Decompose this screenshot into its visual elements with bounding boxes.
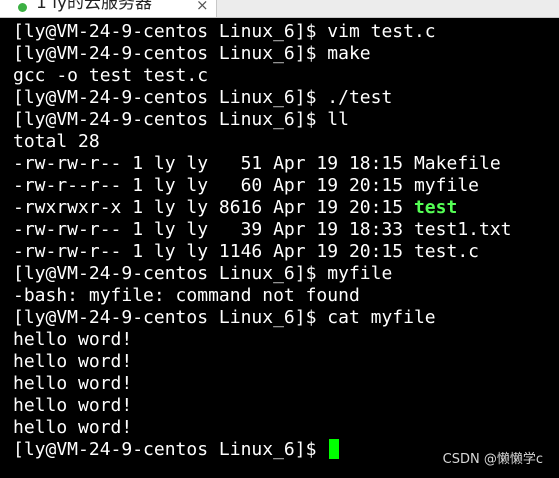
tab-bar: 1 ly的云服务器 × [0,0,559,18]
terminal-line: [ly@VM-24-9-centos Linux_6]$ myfile [13,263,393,284]
session-tab-title: 1 ly的云服务器 [36,0,153,13]
close-icon[interactable]: × [196,0,209,14]
terminal-line: gcc -o test test.c [13,65,209,86]
terminal-line: [ly@VM-24-9-centos Linux_6]$ cat myfile [13,307,436,328]
terminal-line: [ly@VM-24-9-centos Linux_6]$ vim test.c [13,21,436,42]
terminal-line: [ly@VM-24-9-centos Linux_6]$ make [13,43,371,64]
executable-filename: test [413,197,458,218]
terminal-line: hello word! [13,417,133,438]
terminal-line: [ly@VM-24-9-centos Linux_6]$ ./test [13,87,393,108]
terminal-line: hello word! [13,351,133,372]
terminal-line: hello word! [13,395,133,416]
file-listing-text: -rwxrwxr-x 1 ly ly 8616 Apr 19 20:15 [13,197,414,218]
session-tab[interactable]: 1 ly的云服务器 × [0,0,217,17]
csdn-watermark: CSDN @懒懒学c [442,452,543,467]
terminal-line: -rw-rw-r-- 1 ly ly 39 Apr 19 18:33 test1… [13,219,512,240]
terminal-prompt-line[interactable]: [ly@VM-24-9-centos Linux_6]$ [13,439,340,461]
terminal-line: -rw-r--r-- 1 ly ly 60 Apr 19 20:15 myfil… [13,175,479,196]
terminal-line: -bash: myfile: command not found [13,285,360,306]
terminal-line: hello word! [13,373,133,394]
terminal-line: hello word! [13,329,133,350]
terminal-cursor [329,439,340,459]
terminal-line: total 28 [13,131,100,152]
terminal-window: 1 ly的云服务器 × [ly@VM-24-9-centos Linux_6]$… [0,0,559,478]
terminal-line: [ly@VM-24-9-centos Linux_6]$ ll [13,109,349,130]
terminal-line-executable: -rwxrwxr-x 1 ly ly 8616 Apr 19 20:15 tes… [13,197,457,219]
prompt-text: [ly@VM-24-9-centos Linux_6]$ [13,439,328,460]
connected-status-icon [18,3,27,12]
terminal-line: -rw-rw-r-- 1 ly ly 51 Apr 19 18:15 Makef… [13,153,501,174]
terminal-output[interactable]: [ly@VM-24-9-centos Linux_6]$ vim test.c … [0,18,559,478]
terminal-line: -rw-rw-r-- 1 ly ly 1146 Apr 19 20:15 tes… [13,241,479,262]
